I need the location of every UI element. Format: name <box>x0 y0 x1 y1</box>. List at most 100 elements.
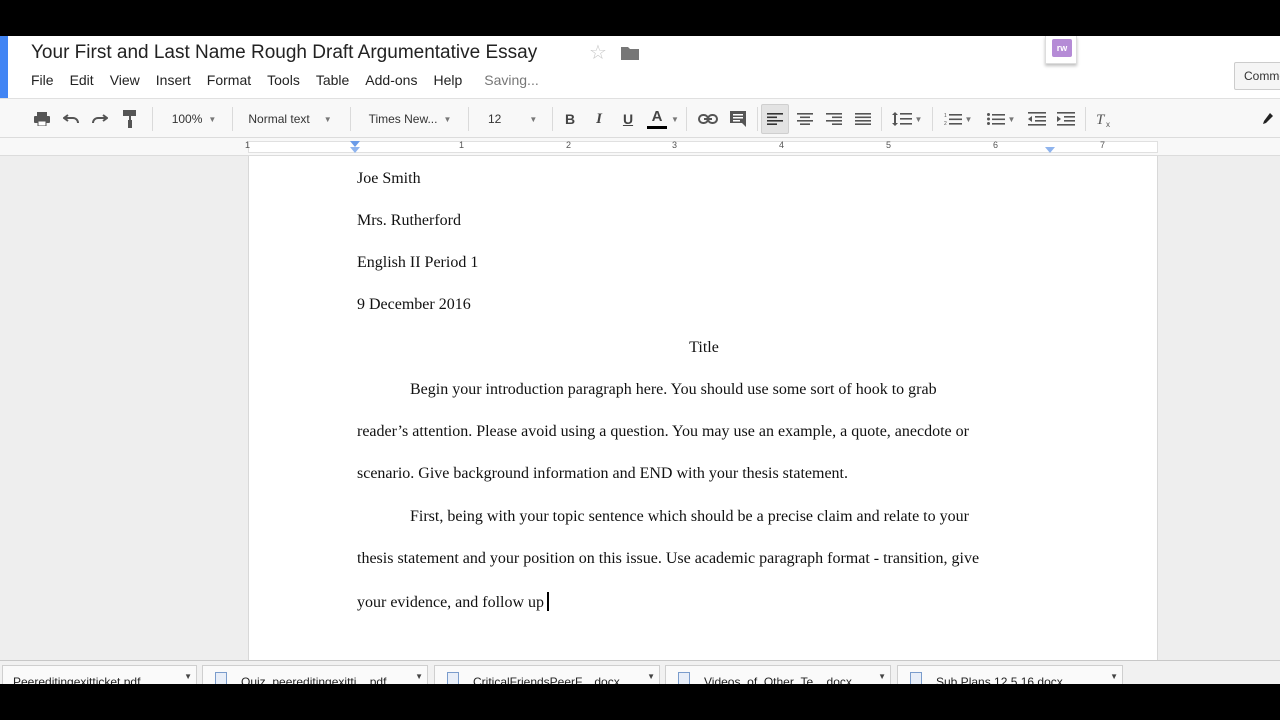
paragraph-line: Begin your introduction paragraph here. … <box>357 381 937 399</box>
chevron-down-icon[interactable]: ▼ <box>184 672 192 681</box>
paragraph-line: First, being with your topic sentence wh… <box>357 508 969 526</box>
file-icon <box>910 672 922 684</box>
download-item[interactable]: Peereditingexitticket.pdf ▼ <box>2 665 197 684</box>
ruler-label: 6 <box>993 140 999 150</box>
font-dropdown[interactable]: Times New... ▼ <box>360 99 460 139</box>
ruler-label: 1 <box>459 140 465 150</box>
font-size-dropdown[interactable]: 12 ▼ <box>478 99 544 139</box>
chevron-down-icon[interactable]: ▼ <box>670 99 680 139</box>
download-filename: Quiz_peereditingexitti....pdf <box>241 675 387 684</box>
justify-icon[interactable] <box>852 99 874 139</box>
svg-text:1: 1 <box>944 113 947 119</box>
zoom-value: 100% <box>171 112 203 126</box>
download-item[interactable]: CriticalFriendsPeerF....docx ▼ <box>434 665 660 684</box>
paint-format-icon[interactable] <box>119 99 141 139</box>
menu-add-ons[interactable]: Add-ons <box>365 72 417 88</box>
align-center-icon[interactable] <box>794 99 816 139</box>
menu-view[interactable]: View <box>110 72 140 88</box>
text-color-button[interactable]: A <box>643 99 671 139</box>
menu-insert[interactable]: Insert <box>156 72 191 88</box>
paragraph-line: scenario. Give background information an… <box>357 465 848 482</box>
decrease-indent-icon[interactable] <box>1026 99 1048 139</box>
toolbar-separator <box>932 107 933 131</box>
toolbar-separator <box>232 107 233 131</box>
comment-icon[interactable] <box>727 99 749 139</box>
header-name: Joe Smith <box>357 170 421 187</box>
chevron-down-icon[interactable]: ▼ <box>878 672 886 681</box>
file-icon <box>447 672 459 684</box>
menu-table[interactable]: Table <box>316 72 349 88</box>
file-icon <box>678 672 690 684</box>
downloads-bar: Peereditingexitticket.pdf ▼ Quiz_peeredit… <box>0 660 1280 684</box>
line-spacing-icon[interactable]: ▼ <box>889 99 925 139</box>
text-color-icon: A <box>651 107 663 125</box>
chevron-down-icon[interactable]: ▼ <box>415 672 423 681</box>
menu-file[interactable]: File <box>31 72 54 88</box>
svg-text:T: T <box>1096 112 1106 127</box>
bold-icon[interactable]: B <box>560 99 580 139</box>
google-docs-window: Your First and Last Name Rough Draft Arg… <box>0 36 1280 684</box>
redo-icon[interactable] <box>89 99 111 139</box>
bulleted-list-icon[interactable]: ▼ <box>982 99 1020 139</box>
toolbar-separator <box>552 107 553 131</box>
font-size-value: 12 <box>488 112 502 126</box>
file-icon <box>215 672 227 684</box>
menu-tools[interactable]: Tools <box>267 72 300 88</box>
header-teacher: Mrs. Rutherford <box>357 212 461 229</box>
link-icon[interactable] <box>696 99 720 139</box>
paragraph-line: reader’s attention. Please avoid using a… <box>357 423 969 440</box>
right-indent-marker[interactable] <box>1045 147 1055 153</box>
toolbar-separator <box>881 107 882 131</box>
download-filename: CriticalFriendsPeerF....docx <box>473 675 620 684</box>
chevron-down-icon: ▼ <box>964 114 973 124</box>
menu-help[interactable]: Help <box>433 72 462 88</box>
chevron-down-icon: ▼ <box>323 114 332 124</box>
undo-icon[interactable] <box>60 99 82 139</box>
pencil-icon[interactable] <box>1262 99 1274 139</box>
align-right-icon[interactable] <box>823 99 845 139</box>
chevron-down-icon[interactable]: ▼ <box>1110 672 1118 681</box>
doc-title[interactable]: Your First and Last Name Rough Draft Arg… <box>31 42 537 64</box>
toolbar-separator <box>757 107 758 131</box>
chevron-down-icon: ▼ <box>208 114 217 124</box>
svg-text:x: x <box>1106 120 1110 127</box>
ruler-label: 4 <box>779 140 785 150</box>
style-value: Normal text <box>248 112 310 126</box>
toolbar-separator <box>350 107 351 131</box>
ruler-track <box>248 141 1158 153</box>
comments-button[interactable]: Comments <box>1234 62 1280 90</box>
menu-edit[interactable]: Edit <box>70 72 94 88</box>
italic-icon[interactable]: I <box>589 99 609 139</box>
ruler: 1 1 2 3 4 5 6 7 <box>0 138 1280 156</box>
download-item[interactable]: Videos_of_Other_Te....docx ▼ <box>665 665 891 684</box>
zoom-dropdown[interactable]: 100% ▼ <box>164 99 224 139</box>
download-filename: Sub Plans 12.5.16.docx <box>936 675 1063 684</box>
toolbar-separator <box>686 107 687 131</box>
save-status: Saving... <box>484 72 539 88</box>
download-item[interactable]: Quiz_peereditingexitti....pdf ▼ <box>202 665 428 684</box>
left-indent-marker[interactable] <box>350 147 360 153</box>
header-class: English II Period 1 <box>357 254 479 271</box>
addon-button[interactable]: rw <box>1045 36 1077 64</box>
document-page[interactable]: Joe Smith Mrs. Rutherford English II Per… <box>248 156 1158 684</box>
folder-icon[interactable] <box>621 46 639 60</box>
essay-title: Title <box>689 339 719 356</box>
star-icon[interactable]: ☆ <box>589 42 607 64</box>
underline-icon[interactable]: U <box>618 99 638 139</box>
menu-bar: File Edit View Insert Format Tools Table… <box>31 72 555 88</box>
chevron-down-icon: ▼ <box>914 114 923 124</box>
chevron-down-icon: ▼ <box>1007 114 1016 124</box>
align-left-icon[interactable] <box>761 104 789 134</box>
download-item[interactable]: Sub Plans 12.5.16.docx ▼ <box>897 665 1123 684</box>
print-icon[interactable] <box>31 99 53 139</box>
increase-indent-icon[interactable] <box>1055 99 1077 139</box>
text-color-swatch <box>647 125 667 129</box>
numbered-list-icon[interactable]: 1 2 ▼ <box>940 99 976 139</box>
download-filename: Peereditingexitticket.pdf <box>13 675 141 684</box>
menu-format[interactable]: Format <box>207 72 251 88</box>
header-date: 9 December 2016 <box>357 296 471 313</box>
chevron-down-icon[interactable]: ▼ <box>647 672 655 681</box>
clear-formatting-icon[interactable]: Tx <box>1094 99 1116 139</box>
style-dropdown[interactable]: Normal text ▼ <box>240 99 340 139</box>
paragraph-text: your evidence, and follow up <box>357 594 545 611</box>
